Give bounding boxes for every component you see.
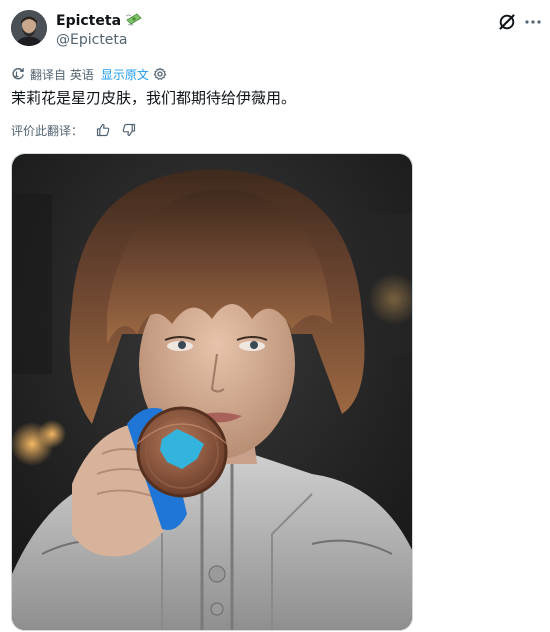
tweet-photo[interactable] — [11, 153, 413, 631]
rate-translation-label: 评价此翻译： — [11, 123, 84, 138]
translation-label: 翻译自 英语 — [30, 67, 94, 82]
photo-of-woman-biting-medal — [12, 154, 412, 630]
display-name-text: Epicteta — [56, 13, 122, 29]
translate-icon — [12, 68, 24, 80]
money-with-wings-icon — [125, 11, 143, 27]
grok-icon — [499, 14, 515, 30]
tweet: Epicteta @Epicteta 翻译自 英语 显示原文 茉莉花是星刃皮肤，… — [0, 0, 550, 632]
translation-bar: 翻译自 英语 显示原文 — [11, 65, 167, 83]
grok-button[interactable] — [497, 12, 517, 32]
tweet-text: 茉莉花是星刃皮肤，我们都期待给伊薇用。 — [11, 89, 297, 107]
thumbs-down-icon[interactable] — [121, 122, 137, 138]
gear-icon[interactable] — [153, 67, 167, 81]
avatar-image — [11, 10, 47, 46]
thumbs-up-icon[interactable] — [95, 122, 111, 138]
show-original-link[interactable]: 显示原文 — [101, 66, 149, 83]
more-icon — [525, 20, 541, 24]
display-name[interactable]: Epicteta — [56, 11, 143, 30]
avatar[interactable] — [11, 10, 47, 46]
more-button[interactable] — [523, 12, 543, 32]
handle[interactable]: @Epicteta — [56, 31, 128, 49]
rate-translation-bar: 评价此翻译： — [11, 121, 137, 139]
